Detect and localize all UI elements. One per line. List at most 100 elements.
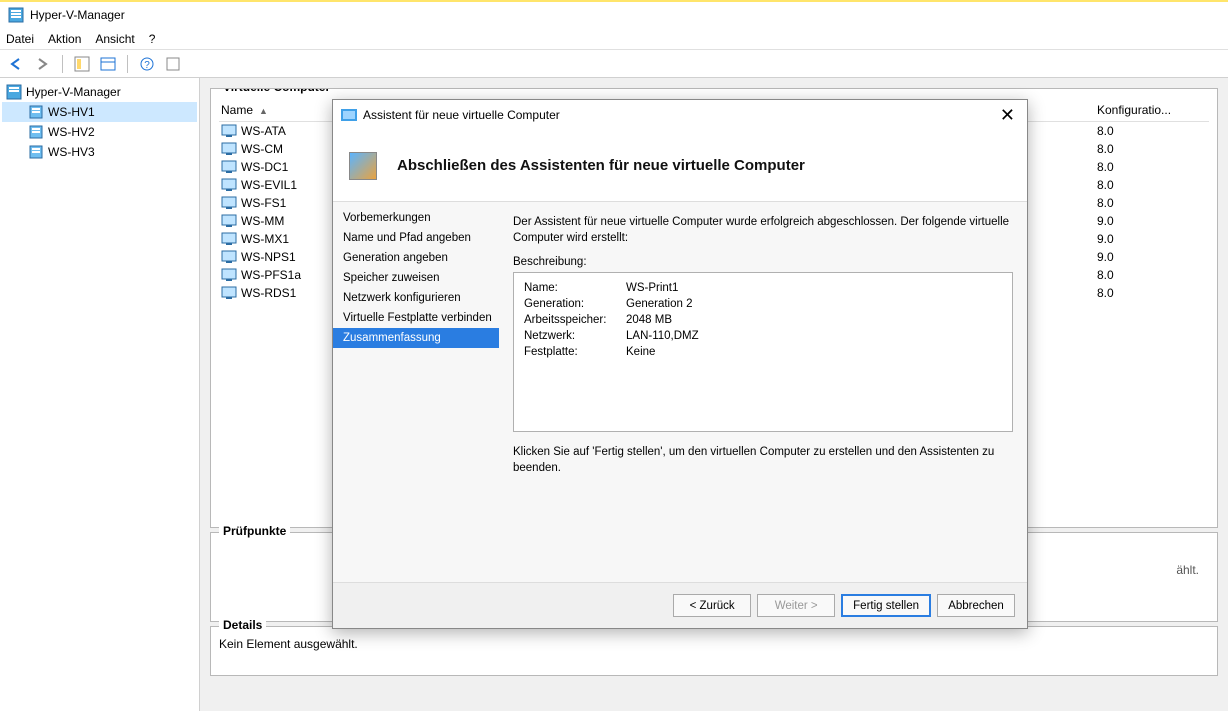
tree-host-node[interactable]: WS-HV3	[2, 142, 197, 162]
wizard-titlebar: Assistent für neue virtuelle Computer ✕	[333, 100, 1027, 130]
wizard-title-text: Assistent für neue virtuelle Computer	[363, 108, 560, 122]
wizard-nav-step[interactable]: Name und Pfad angeben	[333, 228, 499, 248]
tree-host-node[interactable]: WS-HV1	[2, 102, 197, 122]
summary-memory-label: Arbeitsspeicher:	[524, 313, 624, 327]
wizard-nav: VorbemerkungenName und Pfad angebenGener…	[333, 202, 499, 582]
app-icon	[8, 7, 24, 23]
wizard-cancel-button[interactable]: Abbrechen	[937, 594, 1015, 617]
window-title-text: Hyper-V-Manager	[30, 8, 125, 22]
wizard-nav-step[interactable]: Netzwerk konfigurieren	[333, 288, 499, 308]
vm-config-version: 8.0	[1097, 124, 1207, 138]
wizard-next-button: Weiter >	[757, 594, 835, 617]
menu-view[interactable]: Ansicht	[95, 32, 134, 46]
wizard-nav-step[interactable]: Generation angeben	[333, 248, 499, 268]
checkpoints-title: Prüfpunkte	[219, 524, 290, 538]
summary-name-value: WS-Print1	[626, 281, 699, 295]
summary-generation-value: Generation 2	[626, 297, 699, 311]
toolbar-separator	[62, 55, 63, 73]
summary-name-label: Name:	[524, 281, 624, 295]
vm-icon	[221, 232, 237, 246]
wizard-heading: Abschließen des Assistenten für neue vir…	[397, 157, 805, 174]
menu-file[interactable]: Datei	[6, 32, 34, 46]
summary-network-label: Netzwerk:	[524, 329, 624, 343]
wizard-back-button[interactable]: < Zurück	[673, 594, 751, 617]
vm-name: WS-CM	[241, 142, 283, 156]
menubar: Datei Aktion Ansicht ?	[0, 28, 1228, 50]
show-hide-tree-button[interactable]	[71, 53, 93, 75]
refresh-button[interactable]	[162, 53, 184, 75]
console-tree: Hyper-V-Manager WS-HV1 WS-HV2 WS-HV3	[0, 78, 200, 711]
toolbar-separator-2	[127, 55, 128, 73]
vm-icon	[221, 286, 237, 300]
summary-generation-label: Generation:	[524, 297, 624, 311]
vm-name: WS-PFS1a	[241, 268, 301, 282]
server-icon	[28, 124, 44, 140]
svg-text:?: ?	[144, 60, 150, 71]
wizard-app-icon	[341, 107, 357, 123]
vm-icon	[221, 124, 237, 138]
vm-config-version: 9.0	[1097, 214, 1207, 228]
vm-name: WS-DC1	[241, 160, 288, 174]
tree-root-label: Hyper-V-Manager	[26, 85, 121, 99]
vm-icon	[221, 160, 237, 174]
vm-name: WS-MX1	[241, 232, 289, 246]
wizard-finish-message: Klicken Sie auf 'Fertig stellen', um den…	[513, 444, 1013, 476]
wizard-description-label: Beschreibung:	[513, 256, 1013, 268]
vm-config-version: 8.0	[1097, 142, 1207, 156]
tree-host-label: WS-HV1	[48, 105, 95, 119]
properties-button[interactable]	[97, 53, 119, 75]
wizard-nav-step[interactable]: Speicher zuweisen	[333, 268, 499, 288]
vm-icon	[221, 196, 237, 210]
wizard-finish-button[interactable]: Fertig stellen	[841, 594, 931, 617]
vm-config-version: 9.0	[1097, 250, 1207, 264]
vm-icon	[221, 178, 237, 192]
tree-host-node[interactable]: WS-HV2	[2, 122, 197, 142]
wizard-success-message: Der Assistent für neue virtuelle Compute…	[513, 214, 1013, 246]
wizard-nav-step[interactable]: Zusammenfassung	[333, 328, 499, 348]
vm-list-title: Virtuelle Computer	[219, 88, 334, 94]
tree-host-label: WS-HV2	[48, 125, 95, 139]
vm-config-version: 8.0	[1097, 160, 1207, 174]
window-titlebar: Hyper-V-Manager	[0, 0, 1228, 28]
nav-forward-button[interactable]	[32, 53, 54, 75]
wizard-nav-step[interactable]: Virtuelle Festplatte verbinden	[333, 308, 499, 328]
vm-icon	[221, 214, 237, 228]
vm-config-version: 9.0	[1097, 232, 1207, 246]
vm-name: WS-EVIL1	[241, 178, 297, 192]
summary-disk-label: Festplatte:	[524, 345, 624, 359]
wizard-footer: < Zurück Weiter > Fertig stellen Abbrech…	[333, 582, 1027, 628]
wizard-nav-step[interactable]: Vorbemerkungen	[333, 208, 499, 228]
vm-config-version: 8.0	[1097, 178, 1207, 192]
tree-host-label: WS-HV3	[48, 145, 95, 159]
details-panel: Details Kein Element ausgewählt.	[210, 626, 1218, 676]
vm-config-version: 8.0	[1097, 286, 1207, 300]
vm-config-version: 8.0	[1097, 196, 1207, 210]
new-vm-wizard-dialog: Assistent für neue virtuelle Computer ✕ …	[332, 99, 1028, 629]
vm-name: WS-RDS1	[241, 286, 296, 300]
menu-help[interactable]: ?	[149, 32, 156, 46]
wizard-header: Abschließen des Assistenten für neue vir…	[333, 130, 1027, 202]
summary-disk-value: Keine	[626, 345, 699, 359]
menu-action[interactable]: Aktion	[48, 32, 81, 46]
vm-name: WS-MM	[241, 214, 284, 228]
vm-config-version: 8.0	[1097, 268, 1207, 282]
nav-back-button[interactable]	[6, 53, 28, 75]
help-button[interactable]: ?	[136, 53, 158, 75]
sort-asc-icon: ▲	[259, 106, 268, 116]
details-placeholder: Kein Element ausgewählt.	[219, 637, 1209, 651]
vm-name: WS-ATA	[241, 124, 286, 138]
tree-root-node[interactable]: Hyper-V-Manager	[2, 82, 197, 102]
wizard-header-icon	[349, 152, 377, 180]
vm-icon	[221, 268, 237, 282]
summary-network-value: LAN-110,DMZ	[626, 329, 699, 343]
details-title: Details	[219, 618, 266, 632]
vm-name: WS-NPS1	[241, 250, 296, 264]
server-icon	[28, 144, 44, 160]
hyperv-manager-icon	[6, 84, 22, 100]
wizard-content: Der Assistent für neue virtuelle Compute…	[499, 202, 1027, 582]
server-icon	[28, 104, 44, 120]
column-header-configuration[interactable]: Konfiguratio...	[1097, 103, 1207, 117]
wizard-close-button[interactable]: ✕	[996, 105, 1019, 126]
vm-icon	[221, 142, 237, 156]
toolbar: ?	[0, 50, 1228, 78]
